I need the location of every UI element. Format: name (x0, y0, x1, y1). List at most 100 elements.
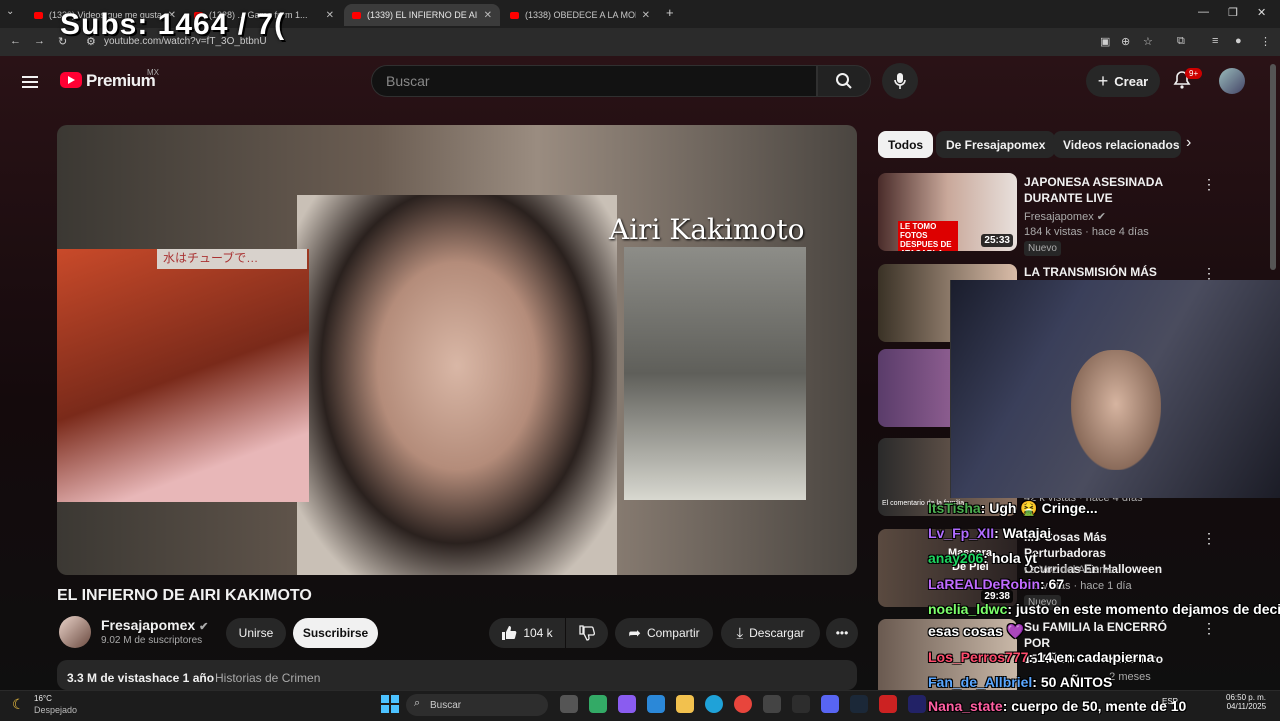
zoom-icon[interactable]: ⊕ (1121, 35, 1130, 48)
account-avatar[interactable] (1219, 68, 1245, 94)
chip-channel[interactable]: De Fresajapomex (936, 131, 1056, 158)
region-code: MX (147, 68, 159, 77)
app-icon[interactable] (589, 695, 607, 713)
thumbs-down-icon (579, 625, 595, 641)
chrome-icon[interactable] (734, 695, 752, 713)
hamburger-menu-icon[interactable] (22, 73, 38, 91)
extensions-icon[interactable]: ⧉ (1177, 35, 1185, 48)
app-icon[interactable] (763, 695, 781, 713)
video-frame-host (297, 195, 617, 575)
video-overlay-name: Airi Kakimoto (609, 213, 805, 246)
chat-message: Los_Perros777: 14 en cada pierna (928, 649, 1155, 665)
join-button[interactable]: Unirse (226, 618, 286, 648)
weather-temp[interactable]: 16°C (34, 694, 52, 703)
youtube-favicon-icon (510, 11, 519, 19)
chip-related[interactable]: Videos relacionados (1053, 131, 1181, 158)
chat-message: Fan_de_Allbriel: 50 AÑITOS (928, 674, 1113, 690)
windows-start-icon[interactable] (381, 695, 399, 713)
search-icon (836, 73, 852, 89)
menu-icon[interactable]: ⋮ (1260, 35, 1271, 48)
verified-icon: ✔ (1096, 211, 1106, 223)
language-indicator[interactable]: ESP (1162, 697, 1178, 706)
streamer-face (1071, 350, 1161, 470)
like-button[interactable]: 104 k (489, 618, 565, 648)
related-meta-1: 184 k vistas · hace 4 días (1024, 226, 1149, 238)
youtube-favicon-icon (34, 11, 43, 19)
cast-icon[interactable]: ▣ (1100, 35, 1110, 48)
restore-icon[interactable]: ❐ (1228, 6, 1238, 19)
view-count: 3.3 M de vistas (67, 671, 152, 685)
discord-icon[interactable] (821, 695, 839, 713)
subscribe-button[interactable]: Suscribirse (293, 618, 378, 648)
browser-tab-4[interactable]: (1338) OBEDECE A LA MORSA✕ (502, 4, 658, 26)
duration-badge: 25:33 (981, 234, 1013, 247)
system-clock[interactable]: 06:50 p. m. 04/11/2025 (1226, 693, 1266, 711)
related-channel-1[interactable]: Fresajapomex ✔ (1024, 210, 1106, 223)
chat-message: Nana_state: cuerpo de 50, mente de 10 (928, 698, 1187, 714)
weather-moon-icon[interactable]: ☾ (12, 696, 25, 713)
scrollbar[interactable] (1270, 64, 1276, 270)
steam-icon[interactable] (850, 695, 868, 713)
copilot-icon[interactable] (618, 695, 636, 713)
video-inset-photo (624, 247, 806, 500)
video-caption-jp: 水はチューブで… (157, 249, 307, 269)
file-explorer-icon[interactable] (676, 695, 694, 713)
share-icon: ➦ (628, 625, 641, 642)
chat-message: esas cosas 💜 (928, 623, 1025, 639)
chevron-right-icon[interactable]: › (1186, 134, 1191, 152)
app-icon[interactable] (879, 695, 897, 713)
bookmark-star-icon[interactable]: ☆ (1143, 35, 1153, 48)
forward-icon[interactable]: → (34, 35, 45, 47)
category-link[interactable]: Historias de Crimen (215, 671, 320, 685)
close-icon[interactable]: ✕ (326, 10, 334, 21)
create-button[interactable]: + Crear (1086, 65, 1160, 97)
task-view-icon[interactable] (560, 695, 578, 713)
thumbs-up-icon (502, 626, 517, 640)
back-icon[interactable]: ← (10, 35, 21, 47)
subscriber-count: 9.02 M de suscriptores (101, 635, 203, 646)
minimize-icon[interactable]: — (1198, 6, 1209, 18)
tab-search-icon[interactable]: ⌄ (6, 6, 14, 17)
app-icon[interactable] (792, 695, 810, 713)
dislike-button[interactable] (566, 618, 608, 648)
youtube-logo-icon[interactable] (60, 72, 82, 88)
related-thumbnail-1[interactable]: LE TOMO FOTOS DESPUES DE ATACARLA 25:33 (878, 173, 1017, 251)
app-icon[interactable] (908, 695, 926, 713)
chat-message: ItsTisha: Ugh 🤮 Cringe... (928, 500, 1098, 516)
new-tab-button[interactable]: + (666, 5, 674, 20)
verified-icon: ✔ (199, 621, 209, 633)
more-options-icon[interactable]: ⋮ (1202, 176, 1216, 193)
search-button[interactable] (817, 65, 871, 97)
close-icon[interactable]: ✕ (642, 10, 650, 21)
description-box[interactable]: 3.3 M de vistas hace 1 año Historias de … (57, 660, 857, 690)
profile-icon[interactable]: ● (1235, 35, 1242, 47)
video-title: EL INFIERNO DE AIRI KAKIMOTO (57, 587, 312, 604)
channel-name[interactable]: Fresajapomex ✔ (101, 617, 208, 633)
edge-icon[interactable] (705, 695, 723, 713)
voice-search-button[interactable] (882, 63, 918, 99)
streamer-webcam (950, 280, 1280, 498)
related-title-1[interactable]: JAPONESA ASESINADA DURANTE LIVE (1024, 174, 1189, 206)
share-button[interactable]: ➦ Compartir (615, 618, 713, 648)
close-icon[interactable]: ✕ (484, 10, 492, 21)
download-button[interactable]: ⤓ Descargar (721, 618, 820, 648)
stream-subs-overlay: Subs: 1464 / 7( (60, 8, 286, 41)
video-player[interactable]: 水はチューブで… Airi Kakimoto (57, 125, 857, 575)
more-options-icon[interactable]: ⋮ (1202, 620, 1216, 637)
upload-date: hace 1 año (152, 671, 215, 685)
microphone-icon (894, 73, 906, 89)
taskbar-search[interactable]: Buscar (406, 694, 548, 716)
browser-tab-active[interactable]: (1339) EL INFIERNO DE AIRI KA✕ (344, 4, 500, 26)
logo-text[interactable]: Premium (86, 71, 156, 91)
video-inset-room (57, 249, 309, 502)
more-actions-button[interactable]: ••• (826, 618, 858, 648)
search-icon: ⌕ (414, 697, 421, 709)
close-window-icon[interactable]: ✕ (1257, 6, 1266, 19)
media-icon[interactable]: ≡ (1212, 35, 1218, 47)
related-channel-5[interactable]: La Voz del Abismo (1024, 564, 1115, 576)
store-icon[interactable] (647, 695, 665, 713)
more-options-icon[interactable]: ⋮ (1202, 530, 1216, 547)
chip-todos[interactable]: Todos (878, 131, 934, 158)
channel-avatar[interactable] (59, 616, 91, 648)
search-input[interactable]: Buscar (371, 65, 817, 97)
